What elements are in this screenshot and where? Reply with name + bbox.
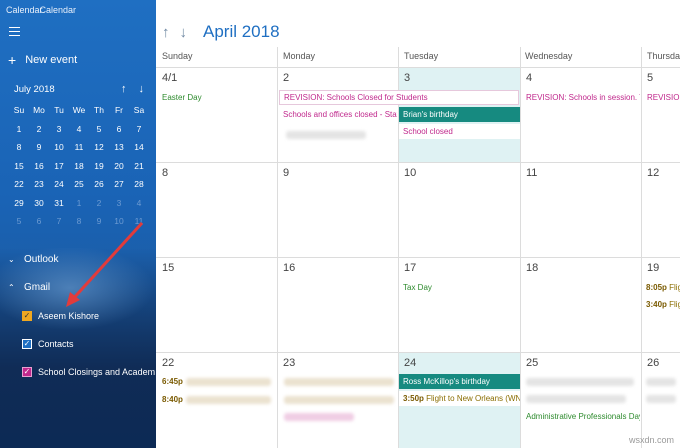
blurred-event — [284, 396, 394, 404]
month-grid: Sunday Monday Tuesday Wednesday Thursday — [156, 47, 680, 67]
event-flight-805[interactable]: 8:05p Flig — [642, 280, 680, 295]
blurred-event — [284, 413, 354, 421]
event-schools-offices-closed[interactable]: Schools and offices closed - State — [279, 107, 397, 122]
month-navigation: ↑ ↓ April 2018 — [162, 22, 280, 42]
blurred-event — [186, 396, 271, 404]
day-number: 16 — [283, 262, 296, 274]
blurred-event — [526, 395, 626, 403]
day-number: 25 — [526, 357, 539, 369]
annotation-arrow — [66, 221, 144, 307]
month-view: ↑ ↓ April 2018 Sunday Monday Tuesday Wed… — [156, 0, 680, 448]
blurred-event — [526, 378, 634, 386]
event-revision-thursday[interactable]: REVISION — [643, 90, 680, 105]
month-title[interactable]: April 2018 — [203, 22, 280, 42]
blurred-event — [646, 378, 676, 386]
day-number: 3 — [404, 72, 411, 84]
day-number: 24 — [404, 357, 417, 369]
previous-month-icon[interactable]: ↑ — [162, 24, 170, 41]
day-header-thursday: Thursday — [647, 51, 680, 61]
event-flight-340[interactable]: 3:40p Flig — [642, 297, 680, 312]
day-cell[interactable]: 5 — [641, 67, 680, 162]
day-cell[interactable]: 16 — [277, 257, 398, 352]
day-number: 8 — [162, 167, 169, 179]
day-header-monday: Monday — [283, 51, 316, 61]
day-number: 5 — [647, 72, 654, 84]
day-header-tuesday: Tuesday — [404, 51, 439, 61]
day-number: 2 — [283, 72, 290, 84]
event-easter-day[interactable]: Easter Day — [158, 90, 276, 105]
event-flight-new-orleans[interactable]: 3:50p Flight to New Orleans (WN — [399, 391, 520, 406]
day-number: 9 — [283, 167, 290, 179]
event-brians-birthday[interactable]: Brian's birthday — [399, 107, 520, 122]
day-cell[interactable]: 8 — [156, 162, 277, 257]
day-number: 4/1 — [162, 72, 178, 84]
day-number: 22 — [162, 357, 175, 369]
day-number: 4 — [526, 72, 533, 84]
blurred-event — [286, 131, 366, 139]
event-tax-day[interactable]: Tax Day — [399, 280, 520, 295]
day-cell[interactable]: 4/1 — [156, 67, 277, 162]
day-cell[interactable]: 11 — [520, 162, 641, 257]
next-month-icon[interactable]: ↓ — [180, 24, 188, 41]
day-cell[interactable]: 17 — [398, 257, 520, 352]
day-number: 11 — [526, 167, 538, 179]
day-cell[interactable]: 15 — [156, 257, 277, 352]
day-cell[interactable]: 10 — [398, 162, 520, 257]
blurred-event — [646, 395, 676, 403]
day-number: 12 — [647, 167, 660, 179]
day-header-sunday: Sunday — [162, 51, 193, 61]
day-number: 19 — [647, 262, 660, 274]
event-revision-schools-closed[interactable]: REVISION: Schools Closed for Students — [279, 90, 519, 105]
sidebar: CalendarCalendar + New event July 2018 ↑… — [0, 0, 156, 448]
day-number: 17 — [404, 262, 417, 274]
day-cell[interactable]: 12 — [641, 162, 680, 257]
day-cell[interactable]: 18 — [520, 257, 641, 352]
day-number: 15 — [162, 262, 175, 274]
day-number: 23 — [283, 357, 296, 369]
day-number: 26 — [647, 357, 660, 369]
event-school-closed[interactable]: School closed — [399, 124, 520, 139]
blurred-event — [186, 378, 271, 386]
event-administrative-professionals-day[interactable]: Administrative Professionals Day — [522, 409, 640, 424]
day-header-wednesday: Wednesday — [525, 51, 573, 61]
day-cell[interactable]: 4 — [520, 67, 641, 162]
day-cell[interactable]: 9 — [277, 162, 398, 257]
blurred-event — [284, 378, 394, 386]
event-revision-schools-in-session[interactable]: REVISION: Schools in session. To b — [522, 90, 640, 105]
day-number: 18 — [526, 262, 539, 274]
event-ross-birthday[interactable]: Ross McKillop's birthday — [399, 374, 520, 389]
day-number: 10 — [404, 167, 417, 179]
watermark: wsxdn.com — [628, 435, 674, 445]
